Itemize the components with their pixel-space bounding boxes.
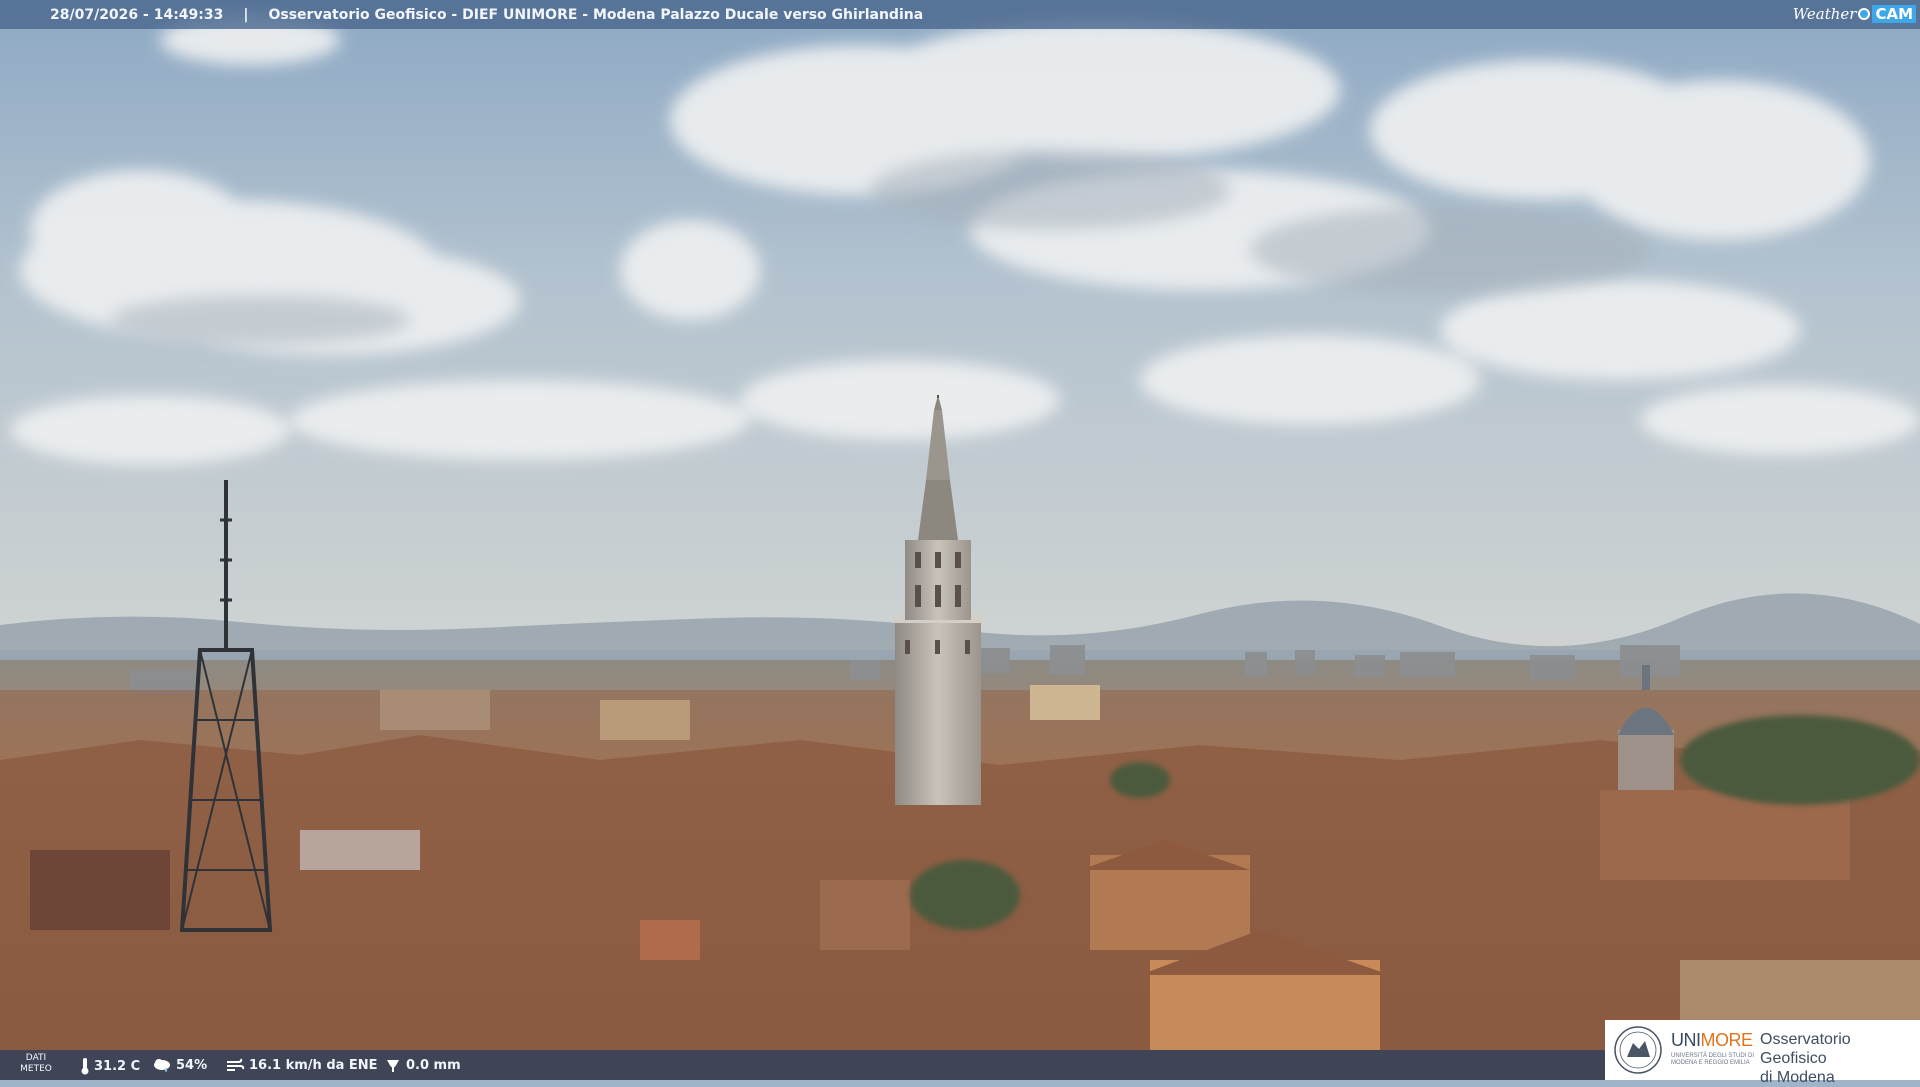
- rain-reading: 0.0 mm: [384, 1057, 461, 1073]
- lens-icon: [1858, 8, 1871, 20]
- temperature-reading: 31.2 C: [80, 1057, 140, 1075]
- webcam-title-bar: 28/07/2026 - 14:49:33 | Osservatorio Geo…: [0, 0, 1920, 29]
- meteo-bar: DATI METEO 31.2 C 54% 16.1 km/h da ENE 0…: [0, 1050, 1605, 1080]
- observatory-name: Osservatorio Geofisico di Modena: [1760, 1031, 1851, 1086]
- wind-reading: 16.1 km/h da ENE: [225, 1057, 378, 1073]
- unimore-wordmark: UNIMORE: [1671, 1030, 1753, 1050]
- humidity-value: 54%: [176, 1057, 208, 1073]
- humidity-reading: 54%: [152, 1057, 207, 1073]
- meteo-label: DATI METEO: [20, 1053, 52, 1074]
- title-separator: |: [243, 6, 249, 23]
- wind-icon: [227, 1058, 245, 1071]
- thermometer-icon: [81, 1058, 89, 1075]
- wind-value: 16.1 km/h da ENE: [249, 1057, 378, 1073]
- university-subtitle: UNIVERSITÀ DEGLI STUDI DI MODENA E REGGI…: [1671, 1053, 1755, 1066]
- rain-value: 0.0 mm: [406, 1057, 461, 1073]
- weathercam-logo: Weather CAM: [1793, 3, 1916, 25]
- webcam-caption: Osservatorio Geofisico - DIEF UNIMORE - …: [268, 6, 924, 23]
- webcam-photo: [0, 0, 1920, 1080]
- temperature-value: 31.2 C: [94, 1058, 141, 1074]
- timestamp: 28/07/2026 - 14:49:33: [50, 6, 224, 23]
- cloud-drop-icon: [154, 1059, 170, 1072]
- university-seal-icon: [1614, 1026, 1662, 1074]
- rain-gauge-icon: [387, 1060, 399, 1072]
- unimore-logo: UNIMORE UNIVERSITÀ DEGLI STUDI DI MODENA…: [1605, 1020, 1920, 1086]
